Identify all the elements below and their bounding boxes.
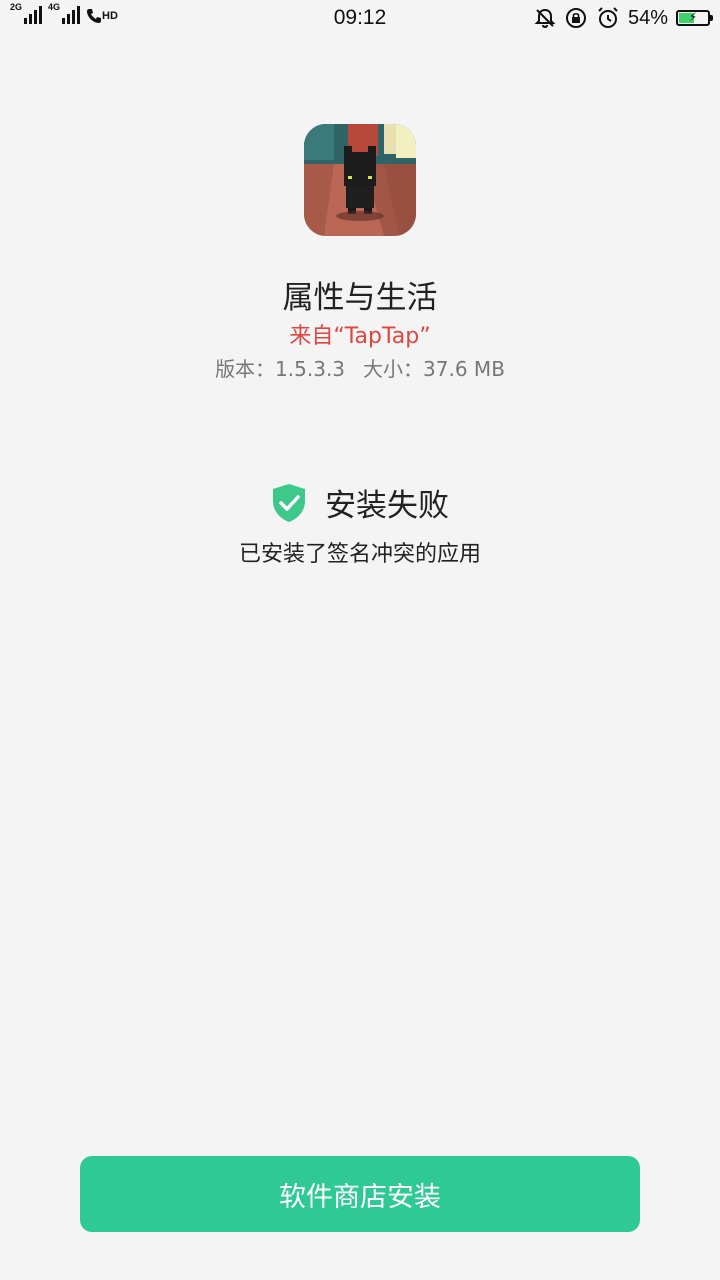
status-icons: 54% ⚡ xyxy=(534,6,713,30)
app-source: 来自“TapTap” xyxy=(289,324,431,349)
mute-icon xyxy=(534,8,556,29)
app-version: 版本：1.5.3.3 xyxy=(215,357,346,381)
shield-check-icon xyxy=(273,483,305,522)
battery-charging-icon: ⚡ xyxy=(676,10,713,26)
store-install-button[interactable]: 软件商店安装 xyxy=(80,1156,640,1232)
app-icon-pixel-cat xyxy=(304,124,416,236)
status-bar: 2G 4G HD 09:12 54% ⚡ xyxy=(0,0,720,40)
result-title: 安装失败 xyxy=(325,488,449,524)
charging-bolt-icon: ⚡ xyxy=(688,10,698,24)
battery-percent: 54% xyxy=(627,6,668,29)
install-result: 安装失败 xyxy=(0,480,720,525)
alarm-icon xyxy=(598,7,618,28)
app-size: 大小：37.6 MB xyxy=(363,357,505,381)
app-icon xyxy=(304,124,416,236)
app-meta: 版本：1.5.3.3 大小：37.6 MB xyxy=(0,353,720,382)
result-message: 已安装了签名冲突的应用 xyxy=(238,542,481,567)
app-name: 属性与生活 xyxy=(282,280,438,316)
rotation-lock-icon xyxy=(565,8,586,28)
